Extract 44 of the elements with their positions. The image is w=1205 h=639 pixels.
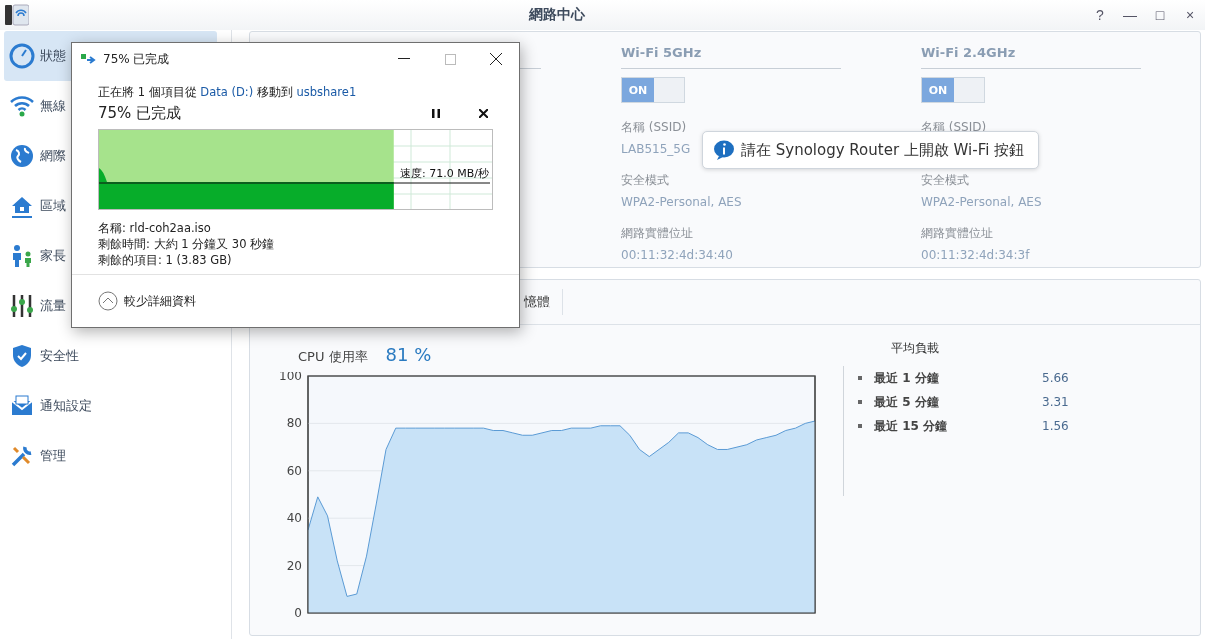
load-value: 5.66 (1042, 371, 1069, 385)
window-title: 網路中心 (527, 6, 586, 24)
load-label: 最近 5 分鐘 (874, 393, 940, 411)
detail-line: 剩餘的項目: 1 (3.83 GB) (98, 253, 233, 268)
field-label: 網路實體位址 (921, 225, 993, 242)
sidebar-label: 狀態 (40, 47, 66, 65)
field-value: 00:11:32:4d:34:3f (921, 248, 1030, 262)
field-label: 名稱 (SSID) (621, 119, 687, 136)
detail-line: 剩餘時間: 大約 1 分鐘又 30 秒鐘 (98, 237, 276, 252)
sidebar-label: 區域 (40, 197, 66, 215)
cpu-value: 81 % (385, 344, 432, 365)
sidebar-label: 流量 (40, 297, 66, 315)
axis-tick-label: 40 (286, 511, 302, 526)
axis-tick-label: 0 (294, 606, 302, 620)
field-value: WPA2-Personal, AES (621, 195, 742, 209)
cpu-label: CPU 使用率 (298, 348, 368, 366)
sidebar-label: 管理 (40, 447, 66, 465)
load-label: 最近 1 分鐘 (874, 369, 940, 387)
sidebar-label: 網際 (40, 147, 66, 165)
sidebar-label: 家長 (40, 247, 66, 265)
sidebar-label: 無線 (40, 97, 66, 115)
band-title: Wi-Fi 2.4GHz (921, 45, 1016, 60)
sidebar-label: 通知設定 (40, 397, 92, 415)
tooltip-text: 請在 Synology Router 上開啟 Wi-Fi 按鈕 (741, 140, 1025, 160)
field-value: 00:11:32:4d:34:40 (621, 248, 733, 262)
field-label: 網路實體位址 (621, 225, 693, 242)
axis-tick-label: 60 (286, 463, 302, 478)
axis-tick-label: 20 (286, 558, 302, 573)
field-label: 安全模式 (621, 172, 669, 189)
field-value: WPA2-Personal, AES (921, 195, 1042, 209)
speed-label: 速度: 71.0 MB/秒 (400, 166, 489, 181)
axis-tick-label: 80 (286, 416, 302, 431)
band-title: Wi-Fi 5GHz (621, 45, 702, 60)
field-label: 安全模式 (921, 172, 969, 189)
field-value: LAB515_5G (621, 142, 691, 156)
load-value: 3.31 (1042, 395, 1069, 409)
sidebar-label: 安全性 (40, 347, 79, 365)
progress-heading: 75% 已完成 (98, 103, 183, 123)
detail-line: 名稱: rld-coh2aa.iso (98, 221, 212, 236)
load-label: 最近 15 分鐘 (874, 417, 949, 435)
load-title: 平均負載 (891, 340, 939, 357)
load-value: 1.56 (1042, 419, 1069, 433)
dialog-title: 75% 已完成 (103, 50, 171, 68)
transfer-description: 正在將 1 個項目從 Data (D:) 移動到 usbshare1 (98, 85, 358, 100)
